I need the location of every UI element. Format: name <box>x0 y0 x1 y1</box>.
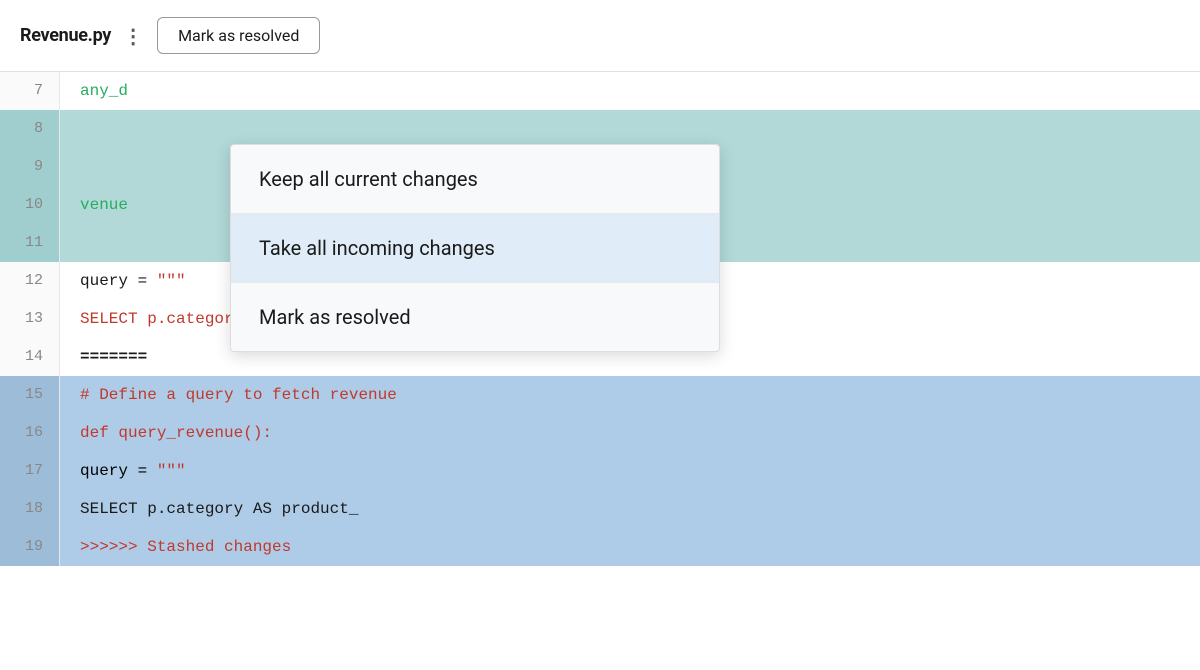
line-number-7: 7 <box>0 72 60 110</box>
line-number-9: 9 <box>0 148 60 186</box>
code-line-15: 15 # Define a query to fetch revenue <box>0 376 1200 414</box>
line-content-15: # Define a query to fetch revenue <box>60 376 1200 414</box>
mark-as-resolved-button[interactable]: Mark as resolved <box>157 17 320 54</box>
line-number-14: 14 <box>0 338 60 376</box>
line-content-16: def query_revenue(): <box>60 414 1200 452</box>
line-number-13: 13 <box>0 300 60 338</box>
editor-container: Revenue.py ⋮ Mark as resolved 7 any_d 8 … <box>0 0 1200 670</box>
line-number-16: 16 <box>0 414 60 452</box>
code-line-8: 8 <box>0 110 1200 148</box>
more-options-icon[interactable]: ⋮ <box>123 24 145 48</box>
line-content-18: SELECT p.category AS product_ <box>60 490 1200 528</box>
code-line-16: 16 def query_revenue(): <box>0 414 1200 452</box>
line-number-11: 11 <box>0 224 60 262</box>
file-name: Revenue.py <box>20 25 111 46</box>
code-line-17: 17 query = """ <box>0 452 1200 490</box>
editor-header: Revenue.py ⋮ Mark as resolved <box>0 0 1200 72</box>
dropdown-item-take-incoming[interactable]: Take all incoming changes <box>231 214 719 283</box>
code-line-19: 19 >>>>>> Stashed changes <box>0 528 1200 566</box>
line-number-8: 8 <box>0 110 60 148</box>
line-number-10: 10 <box>0 186 60 224</box>
dropdown-item-keep-current[interactable]: Keep all current changes <box>231 145 719 214</box>
line-content-7: any_d <box>60 72 1200 110</box>
line-content-8 <box>60 110 1200 148</box>
code-line-18: 18 SELECT p.category AS product_ <box>0 490 1200 528</box>
line-number-12: 12 <box>0 262 60 300</box>
dropdown-item-mark-resolved[interactable]: Mark as resolved <box>231 283 719 351</box>
dropdown-menu: Keep all current changes Take all incomi… <box>230 144 720 352</box>
code-area: 7 any_d 8 Keep all current changes Take … <box>0 72 1200 670</box>
line-number-17: 17 <box>0 452 60 490</box>
line-number-15: 15 <box>0 376 60 414</box>
line-number-19: 19 <box>0 528 60 566</box>
line-number-18: 18 <box>0 490 60 528</box>
code-line-7: 7 any_d <box>0 72 1200 110</box>
line-content-17: query = """ <box>60 452 1200 490</box>
line-content-19: >>>>>> Stashed changes <box>60 528 1200 566</box>
